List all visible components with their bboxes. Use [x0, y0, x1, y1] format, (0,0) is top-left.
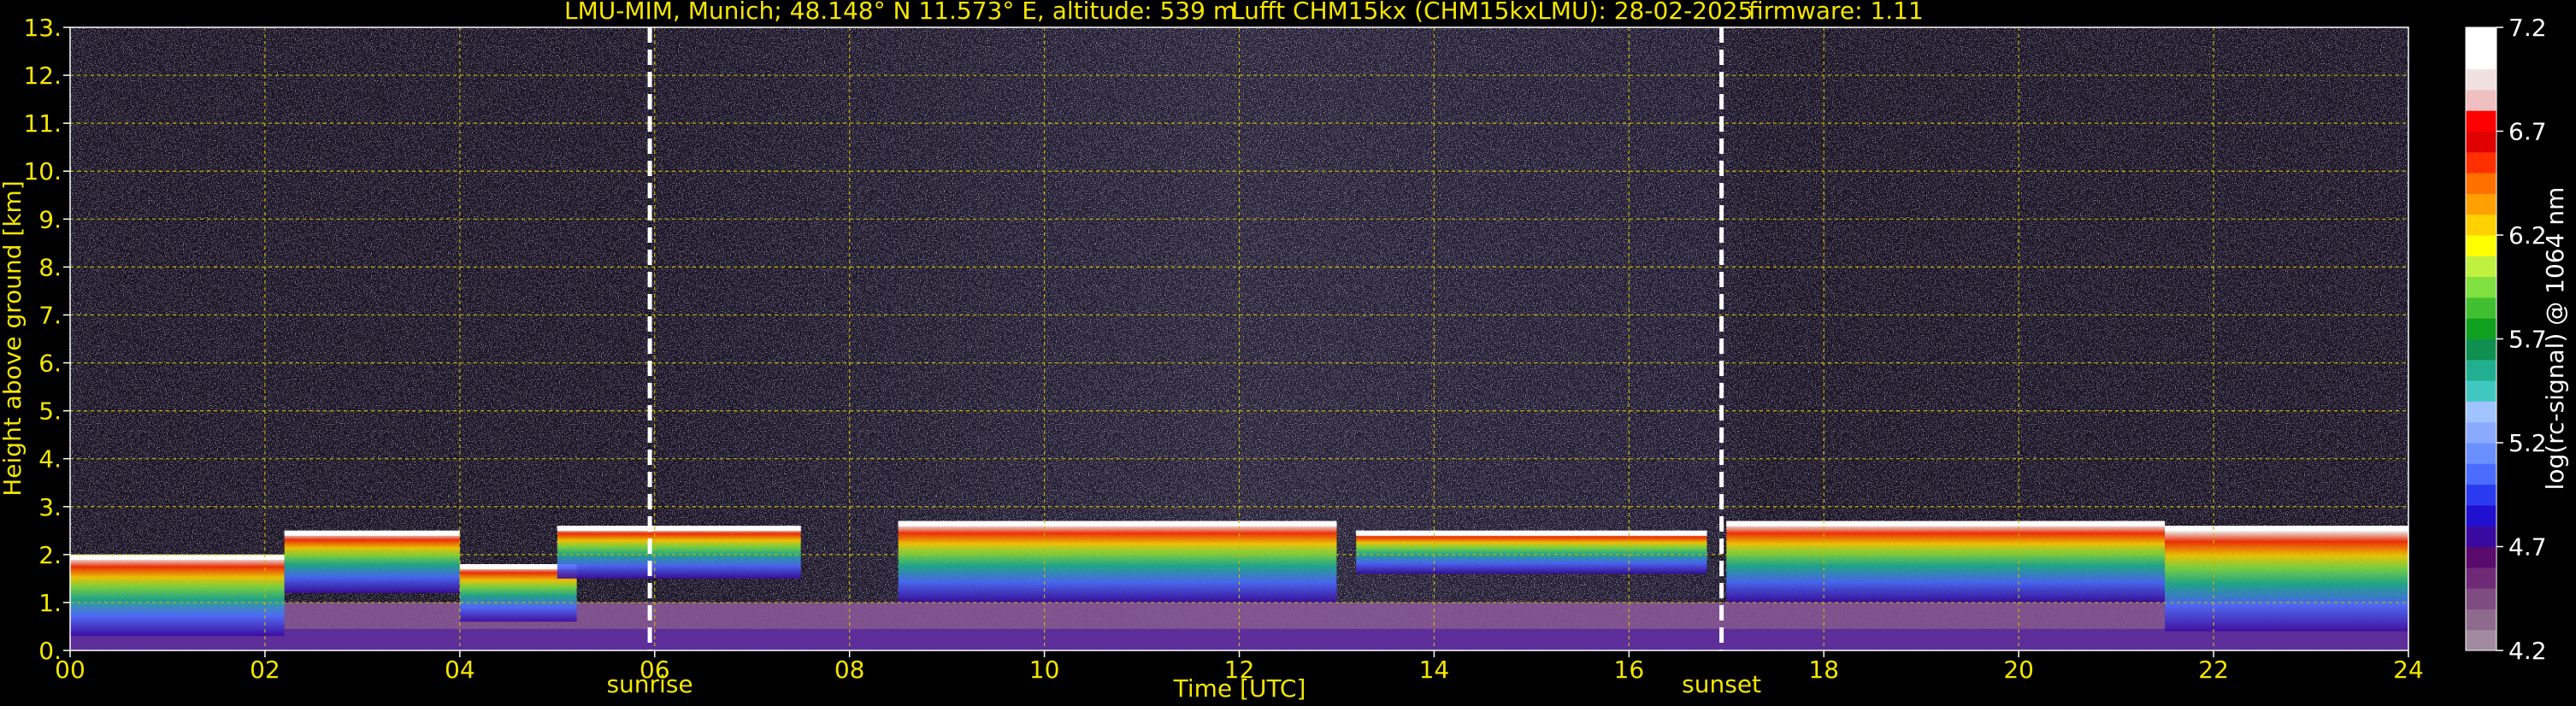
colorbar-segment	[2466, 173, 2496, 194]
y-tick-label: 0.	[38, 637, 62, 665]
cloud-layer	[2165, 526, 2408, 632]
y-tick-label: 2.	[38, 541, 62, 569]
x-tick-label: 16	[1614, 656, 1645, 684]
header-site: LMU-MIM, Munich; 48.148° N 11.573° E, al…	[564, 0, 1236, 25]
y-tick-label: 11.	[23, 109, 62, 138]
x-tick-label: 08	[834, 656, 865, 684]
cloud-top	[557, 526, 801, 532]
cloud-layer	[70, 554, 285, 637]
y-tick-label: 12.	[23, 62, 62, 90]
colorbar-segment	[2466, 256, 2496, 278]
marker-label-sunset: sunset	[1682, 670, 1761, 698]
cloud-top	[284, 530, 460, 536]
colorbar-tick-label: 4.2	[2508, 637, 2547, 665]
y-axis-label: Height above ground [km]	[0, 180, 27, 497]
colorbar-tick-label: 6.7	[2508, 118, 2547, 146]
y-tick-label: 1.	[38, 589, 62, 617]
colorbar-segment	[2466, 443, 2496, 464]
colorbar	[2466, 27, 2496, 651]
colorbar-label: log(rc-signal) @ 1064 nm	[2541, 187, 2569, 491]
colorbar-tick-label: 7.2	[2508, 14, 2547, 42]
colorbar-segment	[2466, 504, 2496, 527]
colorbar-segment	[2466, 68, 2496, 91]
colorbar-segment	[2466, 546, 2496, 568]
cloud-layer	[284, 530, 460, 593]
lidar-figure: sunrise sunset 00 02 04 06 08 10 12 14 16 18 20 22 24…	[0, 0, 2569, 703]
colorbar-segment	[2466, 297, 2496, 319]
colorbar-segment	[2466, 588, 2496, 609]
y-tick-label: 9.	[38, 205, 62, 233]
y-tick-label: 13.	[23, 14, 62, 42]
header-instrument: Lufft CHM15kx (CHM15kxLMU): 28-02-2025	[1231, 0, 1753, 25]
y-tick-label: 6.	[38, 350, 62, 378]
y-tick-label: 5.	[38, 397, 62, 426]
y-axis-ticks: 0. 1. 2. 3. 4. 5. 6. 7. 8. 9. 10. 11. 12. 13.	[23, 14, 70, 665]
cloud-top	[70, 554, 285, 560]
x-axis-label: Time [UTC]	[1173, 674, 1306, 703]
x-tick-label: 24	[2393, 656, 2424, 684]
header-firmware: firmware: 1.11	[1748, 0, 1924, 25]
cloud-top	[2165, 526, 2408, 532]
colorbar-segment	[2466, 484, 2496, 506]
colorbar-segment	[2466, 89, 2496, 111]
colorbar-ticks: 4.24.75.25.76.26.77.2	[2496, 14, 2547, 665]
cloud-top	[1356, 530, 1707, 536]
y-tick-label: 3.	[38, 493, 62, 521]
x-tick-label: 18	[1808, 656, 1839, 684]
cloud-top	[898, 521, 1337, 527]
colorbar-segment	[2466, 463, 2496, 485]
colorbar-segment	[2466, 151, 2496, 174]
x-tick-label: 10	[1029, 656, 1060, 684]
y-tick-label: 7.	[38, 301, 62, 329]
colorbar-segment	[2466, 48, 2496, 70]
colorbar-segment	[2466, 276, 2496, 298]
x-tick-label: 04	[445, 656, 475, 684]
colorbar-segment	[2466, 214, 2496, 236]
colorbar-segment	[2466, 401, 2496, 423]
colorbar-segment	[2466, 338, 2496, 361]
cloud-top	[1726, 521, 2166, 527]
colorbar-segment	[2466, 609, 2496, 631]
cloud-layer	[898, 521, 1337, 603]
colorbar-segment	[2466, 193, 2496, 215]
colorbar-segment	[2466, 27, 2496, 49]
y-tick-label: 8.	[38, 253, 62, 281]
cloud-layer	[557, 526, 801, 579]
colorbar-segment	[2466, 131, 2496, 153]
y-tick-label: 10.	[23, 157, 62, 185]
colorbar-segment	[2466, 629, 2496, 651]
x-tick-label: 02	[250, 656, 280, 684]
cloud-layer	[1726, 521, 2166, 603]
colorbar-segment	[2466, 110, 2496, 132]
colorbar-tick-label: 4.7	[2508, 533, 2547, 562]
colorbar-segment	[2466, 318, 2496, 339]
colorbar-segment	[2466, 421, 2496, 444]
cloud-layer	[1356, 530, 1707, 574]
x-tick-label: 20	[2003, 656, 2034, 684]
colorbar-segment	[2466, 235, 2496, 256]
colorbar-segment	[2466, 380, 2496, 402]
colorbar-segment	[2466, 359, 2496, 381]
x-tick-label: 06	[640, 656, 670, 684]
colorbar-segment	[2466, 567, 2496, 589]
x-tick-label: 22	[2198, 656, 2229, 684]
x-tick-label: 14	[1419, 656, 1450, 684]
colorbar-segment	[2466, 526, 2496, 547]
y-tick-label: 4.	[38, 445, 62, 474]
